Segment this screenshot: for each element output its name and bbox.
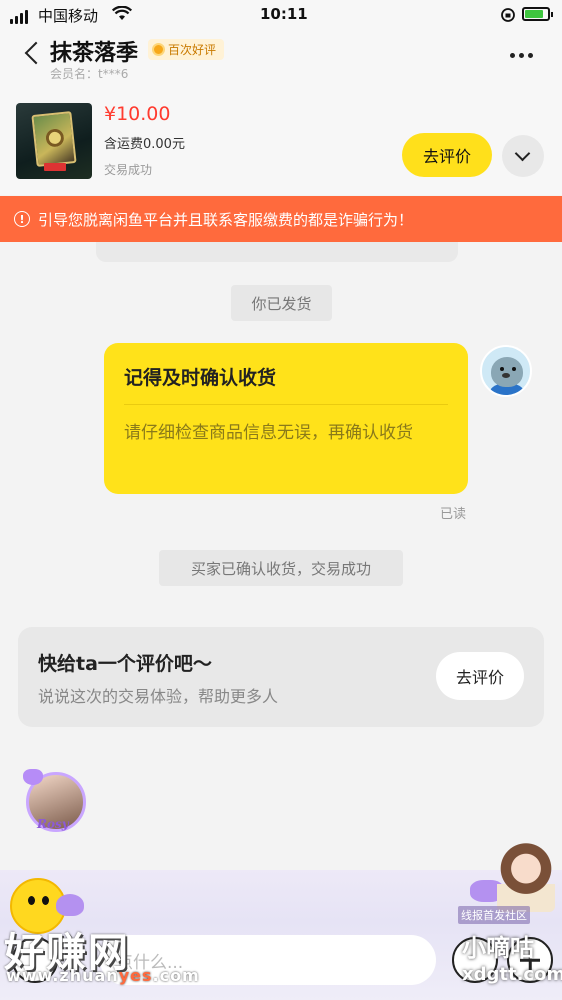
expand-button[interactable] bbox=[502, 135, 544, 177]
info-icon: ! bbox=[14, 211, 30, 227]
fraud-warning-text: 引导您脱离闲鱼平台并且联系客服缴费的都是诈骗行为！ bbox=[38, 210, 414, 229]
system-message-shipped: 你已发货 bbox=[231, 285, 332, 321]
review-prompt-card: 快给ta一个评价吧～ 说说这次的交易体验，帮助更多人 去评价 bbox=[18, 627, 544, 727]
previous-message-edge bbox=[96, 242, 458, 262]
product-summary: ¥10.00 含运费0.00元 交易成功 去评价 bbox=[0, 85, 562, 195]
status-bar: 中国移动 10:11 bbox=[0, 0, 562, 30]
product-thumbnail[interactable] bbox=[16, 103, 92, 179]
back-button[interactable] bbox=[22, 42, 44, 64]
avatar-self[interactable] bbox=[480, 345, 532, 397]
carrier-label: 中国移动 bbox=[38, 7, 99, 25]
divider bbox=[124, 404, 448, 405]
avatar-buyer[interactable]: Rosy bbox=[23, 769, 86, 832]
read-receipt: 已读 bbox=[440, 507, 467, 522]
confirm-receipt-card[interactable]: 记得及时确认收货 请仔细检查商品信息无误，再确认收货 bbox=[104, 343, 468, 494]
bow-decoration bbox=[23, 769, 43, 785]
rating-badge: 百次好评 bbox=[148, 39, 225, 60]
fraud-warning-banner: ! 引导您脱离闲鱼平台并且联系客服缴费的都是诈骗行为！ bbox=[0, 196, 562, 242]
shipping-fee: 含运费0.00元 bbox=[104, 137, 185, 152]
review-prompt-subtitle: 说说这次的交易体验，帮助更多人 bbox=[38, 687, 279, 706]
chat-header: 抹茶落季 百次好评 会员名：t***6 bbox=[0, 30, 562, 85]
signal-icon bbox=[10, 10, 28, 24]
product-price: ¥10.00 bbox=[104, 103, 171, 125]
community-label: 线报首发社区 bbox=[458, 906, 530, 924]
avatar-buyer-label: Rosy bbox=[37, 817, 69, 831]
watermark-right-title: 小嘀咕 bbox=[462, 934, 534, 962]
watermark-left-url: www.zhuanyes.com bbox=[6, 966, 200, 985]
trade-status: 交易成功 bbox=[104, 163, 153, 177]
member-name: 会员名：t***6 bbox=[50, 67, 129, 81]
rating-badge-label: 百次好评 bbox=[168, 43, 217, 57]
clock: 10:11 bbox=[260, 5, 308, 23]
watermark-right-url: xdgtt.com bbox=[462, 964, 562, 985]
wifi-icon bbox=[112, 6, 132, 20]
rate-button[interactable]: 去评价 bbox=[402, 133, 492, 177]
promo-portrait bbox=[497, 842, 555, 912]
battery-icon bbox=[522, 7, 553, 21]
medal-icon bbox=[152, 43, 165, 56]
confirm-card-body: 请仔细检查商品信息无误，再确认收货 bbox=[124, 423, 413, 443]
chat-title: 抹茶落季 bbox=[50, 41, 139, 66]
review-button[interactable]: 去评价 bbox=[436, 652, 524, 700]
heart-sticker bbox=[56, 894, 84, 916]
system-message-confirmed: 买家已确认收货，交易成功 bbox=[159, 550, 403, 586]
rotation-lock-icon bbox=[501, 8, 515, 22]
confirm-card-title: 记得及时确认收货 bbox=[124, 367, 277, 389]
more-options-button[interactable] bbox=[510, 53, 533, 58]
review-prompt-title: 快给ta一个评价吧～ bbox=[38, 653, 212, 675]
